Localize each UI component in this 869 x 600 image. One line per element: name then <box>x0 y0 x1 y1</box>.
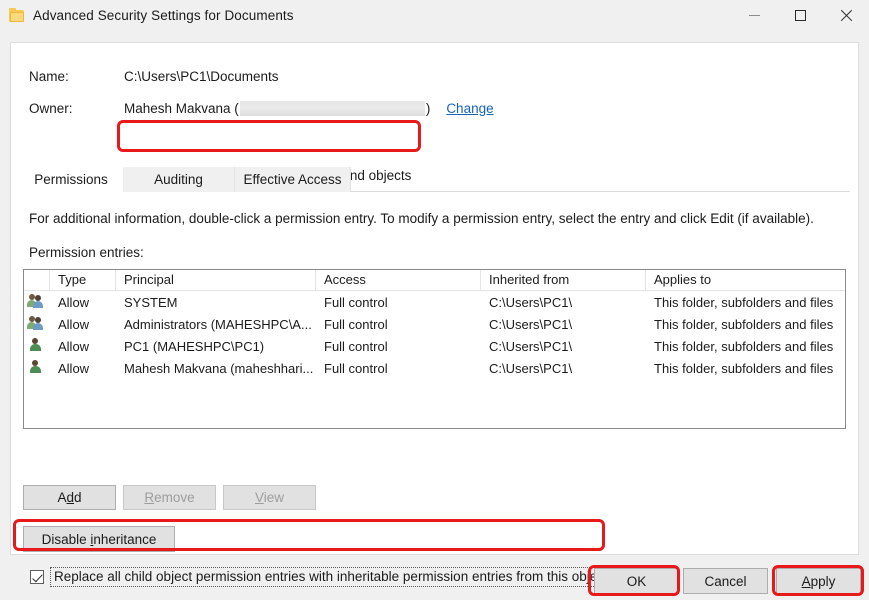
permission-entries-table[interactable]: Type Principal Access Inherited from App… <box>23 269 846 429</box>
table-row[interactable]: Allow PC1 (MAHESHPC\PC1) Full control C:… <box>24 335 845 357</box>
apply-button[interactable]: Apply <box>776 568 861 594</box>
close-button[interactable] <box>823 0 869 31</box>
row-type: Allow <box>50 361 116 376</box>
description-text: For additional information, double-click… <box>29 211 814 226</box>
name-row: Name: C:\Users\PC1\Documents <box>29 67 279 85</box>
title-bar: Advanced Security Settings for Documents <box>0 0 869 31</box>
name-label: Name: <box>29 69 124 84</box>
row-access: Full control <box>316 295 481 310</box>
window-controls <box>731 0 869 31</box>
cancel-button[interactable]: Cancel <box>683 568 768 594</box>
row-type: Allow <box>50 295 116 310</box>
row-applies-to: This folder, subfolders and files <box>646 317 846 332</box>
replace-child-permissions-checkbox-box[interactable] <box>30 570 44 584</box>
row-applies-to: This folder, subfolders and files <box>646 295 846 310</box>
row-type: Allow <box>50 339 116 354</box>
row-applies-to: This folder, subfolders and files <box>646 361 846 376</box>
column-header-type[interactable]: Type <box>50 270 116 291</box>
table-row[interactable]: Allow Administrators (MAHESHPC\A... Full… <box>24 313 845 335</box>
group-icon <box>24 315 50 333</box>
ok-button-label: OK <box>627 574 647 589</box>
owner-row: Owner: Mahesh Makvana ( ) Change <box>29 99 494 117</box>
row-inherited-from: C:\Users\PC1\ <box>481 339 646 354</box>
add-button[interactable]: Add <box>23 485 116 510</box>
row-principal: Administrators (MAHESHPC\A... <box>116 317 316 332</box>
cancel-button-label: Cancel <box>704 574 746 589</box>
tab-strip: Permissions Auditing Effective Access <box>19 167 850 192</box>
maximize-button[interactable] <box>777 0 823 31</box>
ok-button[interactable]: OK <box>594 568 679 594</box>
column-header-principal[interactable]: Principal <box>116 270 316 291</box>
group-icon <box>24 293 50 311</box>
user-icon <box>24 359 50 377</box>
column-header-applies-to[interactable]: Applies to <box>646 270 846 291</box>
disable-inheritance-button[interactable]: Disable inheritance <box>23 526 175 552</box>
user-icon <box>24 337 50 355</box>
window-title: Advanced Security Settings for Documents <box>33 8 294 23</box>
owner-value: Mahesh Makvana ( <box>124 101 239 116</box>
owner-value-suffix: ) <box>426 101 431 116</box>
row-access: Full control <box>316 317 481 332</box>
tab-effective-access[interactable]: Effective Access <box>235 167 351 192</box>
table-row[interactable]: Allow SYSTEM Full control C:\Users\PC1\ … <box>24 291 845 313</box>
row-principal: SYSTEM <box>116 295 316 310</box>
permission-entries-label: Permission entries: <box>29 245 144 260</box>
redacted-account-name <box>240 101 425 116</box>
row-inherited-from: C:\Users\PC1\ <box>481 317 646 332</box>
tab-permissions-label: Permissions <box>34 172 108 187</box>
row-access: Full control <box>316 361 481 376</box>
tab-auditing[interactable]: Auditing <box>123 167 235 192</box>
row-type: Allow <box>50 317 116 332</box>
owner-label: Owner: <box>29 101 124 116</box>
minimize-button[interactable] <box>731 0 777 31</box>
row-principal: PC1 (MAHESHPC\PC1) <box>116 339 316 354</box>
minimize-icon <box>749 15 760 16</box>
tab-effective-access-label: Effective Access <box>243 172 341 187</box>
row-applies-to: This folder, subfolders and files <box>646 339 846 354</box>
view-button: View <box>223 485 316 510</box>
close-icon <box>840 9 853 22</box>
row-inherited-from: C:\Users\PC1\ <box>481 361 646 376</box>
change-owner-link[interactable]: Change <box>446 101 493 116</box>
row-principal: Mahesh Makvana (maheshhari... <box>116 361 316 376</box>
folder-icon <box>9 8 25 24</box>
replace-child-permissions-checkbox-label: Replace all child object permission entr… <box>50 567 612 587</box>
dialog-panel: Name: C:\Users\PC1\Documents Owner: Mahe… <box>10 42 859 555</box>
table-row[interactable]: Allow Mahesh Makvana (maheshhari... Full… <box>24 357 845 379</box>
remove-button: Remove <box>123 485 216 510</box>
maximize-icon <box>795 10 806 21</box>
row-inherited-from: C:\Users\PC1\ <box>481 295 646 310</box>
column-header-access[interactable]: Access <box>316 270 481 291</box>
tab-permissions[interactable]: Permissions <box>19 167 123 192</box>
column-header-inherited-from[interactable]: Inherited from <box>481 270 646 291</box>
column-header-icon <box>24 270 50 291</box>
name-value: C:\Users\PC1\Documents <box>124 69 279 84</box>
replace-child-permissions-checkbox[interactable]: Replace all child object permission entr… <box>30 567 612 587</box>
row-access: Full control <box>316 339 481 354</box>
table-header-row: Type Principal Access Inherited from App… <box>24 270 845 291</box>
tab-auditing-label: Auditing <box>154 172 203 187</box>
